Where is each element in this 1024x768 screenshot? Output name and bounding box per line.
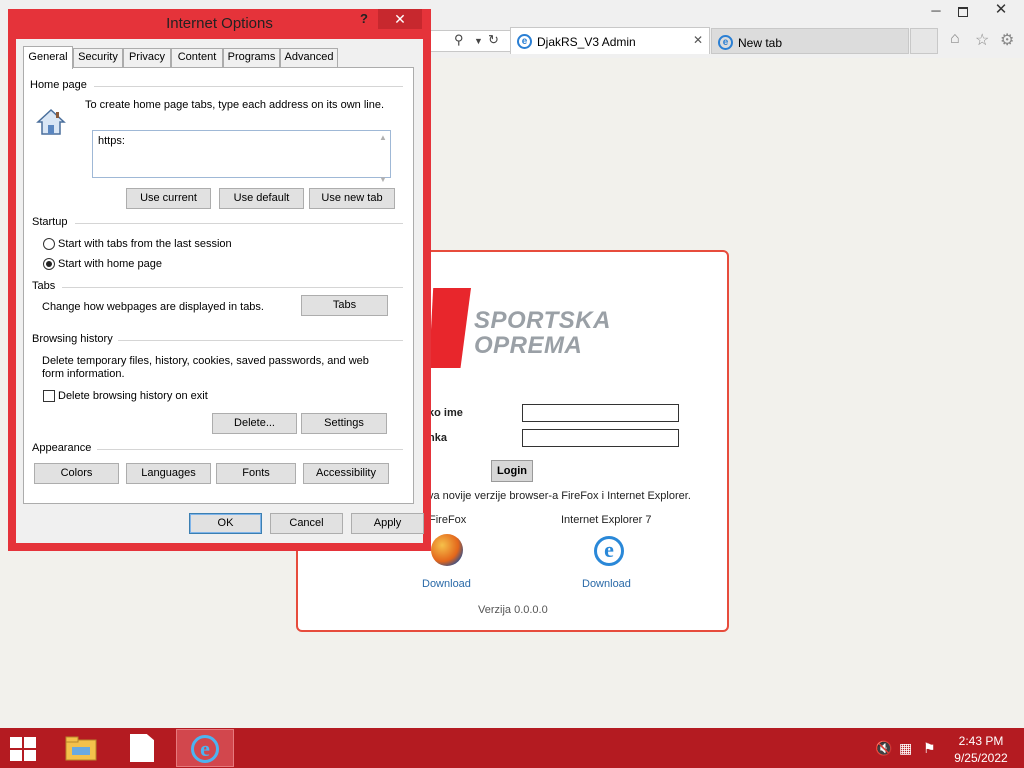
- logo-text: SPORTSKA OPREMA: [474, 308, 611, 358]
- notepad-icon[interactable]: [130, 734, 154, 762]
- home-page-url-text: https:: [98, 135, 125, 147]
- tab-general[interactable]: General: [23, 46, 73, 69]
- fonts-button[interactable]: Fonts: [216, 463, 296, 484]
- divider: [62, 287, 403, 288]
- help-button[interactable]: ?: [360, 11, 374, 26]
- login-button[interactable]: Login: [491, 460, 533, 482]
- home-icon[interactable]: ⌂: [950, 30, 960, 48]
- browsing-history-description-1: Delete temporary files, history, cookies…: [42, 355, 369, 367]
- windows-logo-icon-part: [24, 737, 36, 748]
- download-ie-link[interactable]: Download: [582, 578, 631, 590]
- speaker-muted-icon[interactable]: 🔇: [875, 740, 892, 757]
- accessibility-button[interactable]: Accessibility: [303, 463, 389, 484]
- delete-history-button[interactable]: Delete...: [212, 413, 297, 434]
- favorites-star-icon[interactable]: ☆: [975, 30, 989, 50]
- tab-content[interactable]: Content: [171, 48, 223, 67]
- clock-date[interactable]: 9/25/2022: [950, 751, 1012, 765]
- ie-label: Internet Explorer 7: [561, 514, 652, 526]
- home-page-urls-textarea[interactable]: https: ▲ ▼: [92, 130, 391, 184]
- home-page-group-title: Home page: [30, 79, 87, 91]
- version-text: Verzija 0.0.0.0: [478, 604, 548, 616]
- divider: [97, 449, 403, 450]
- dialog-close-button[interactable]: ✕: [378, 9, 422, 29]
- restore-button[interactable]: [950, 2, 976, 20]
- tab-privacy[interactable]: Privacy: [123, 48, 171, 67]
- delete-on-exit-checkbox[interactable]: [43, 390, 55, 402]
- new-tab-button[interactable]: [910, 28, 938, 54]
- tab-label: DjakRS_V3 Admin: [537, 35, 636, 49]
- taskbar-internet-explorer-button[interactable]: e: [176, 729, 234, 767]
- start-button[interactable]: [10, 737, 38, 761]
- radio-home-page-label: Start with home page: [58, 258, 162, 270]
- browser-requirements-note: va novije verzije browser-a FireFox i In…: [428, 490, 691, 502]
- password-input[interactable]: [522, 429, 679, 447]
- radio-last-session-label: Start with tabs from the last session: [58, 238, 232, 250]
- taskbar: e 🔇 ▦ ⚑ 2:43 PM 9/25/2022: [0, 728, 1024, 768]
- cancel-button[interactable]: Cancel: [270, 513, 343, 534]
- divider: [75, 223, 403, 224]
- minimize-button[interactable]: ─: [922, 2, 950, 20]
- history-settings-button[interactable]: Settings: [301, 413, 387, 434]
- ok-button[interactable]: OK: [189, 513, 262, 534]
- use-new-tab-button[interactable]: Use new tab: [309, 188, 395, 209]
- delete-on-exit-label: Delete browsing history on exit: [58, 390, 208, 402]
- windows-logo-icon: [10, 737, 22, 748]
- chevron-down-icon[interactable]: ▼: [474, 36, 483, 46]
- tab-new-tab[interactable]: e New tab: [711, 28, 909, 54]
- startup-group-title: Startup: [32, 216, 68, 228]
- appearance-group-title: Appearance: [32, 442, 92, 454]
- logo-line-2: OPREMA: [474, 332, 583, 359]
- settings-gear-icon[interactable]: ⚙: [1000, 30, 1014, 50]
- textarea-scrollbar[interactable]: ▲ ▼: [376, 131, 390, 184]
- radio-last-session[interactable]: [43, 238, 55, 250]
- tab-djakrs-admin[interactable]: e DjakRS_V3 Admin ✕: [510, 27, 710, 54]
- close-window-button[interactable]: ✕: [978, 0, 1024, 20]
- internet-explorer-logo-icon[interactable]: e: [594, 536, 624, 566]
- colors-button[interactable]: Colors: [34, 463, 119, 484]
- divider: [94, 86, 403, 87]
- windows-logo-icon-part: [24, 750, 36, 761]
- close-tab-icon[interactable]: ✕: [693, 33, 703, 47]
- firefox-logo-icon[interactable]: [431, 534, 463, 566]
- refresh-icon[interactable]: ↻: [488, 32, 499, 48]
- use-current-button[interactable]: Use current: [126, 188, 211, 209]
- ie-favicon-icon: e: [517, 34, 532, 49]
- search-icon[interactable]: ⚲: [454, 32, 464, 48]
- radio-home-page[interactable]: [43, 258, 55, 270]
- house-icon: [36, 108, 66, 135]
- use-default-button[interactable]: Use default: [219, 188, 304, 209]
- username-input[interactable]: [522, 404, 679, 422]
- firefox-label: FireFox: [429, 514, 467, 526]
- tab-advanced[interactable]: Advanced: [280, 48, 338, 67]
- tabs-group-title: Tabs: [32, 280, 56, 292]
- browsing-history-group-title: Browsing history: [32, 333, 113, 345]
- windows-logo-icon-part: [10, 750, 22, 761]
- action-center-flag-icon[interactable]: ⚑: [923, 740, 936, 757]
- dialog-body: General Security Privacy Content Program…: [16, 39, 424, 543]
- apply-button[interactable]: Apply: [351, 513, 424, 534]
- browsing-history-description-2: form information.: [42, 368, 125, 380]
- network-icon[interactable]: ▦: [899, 740, 912, 757]
- tab-programs[interactable]: Programs: [223, 48, 280, 67]
- download-firefox-link[interactable]: Download: [422, 578, 471, 590]
- tab-label: New tab: [738, 36, 783, 50]
- clock-time[interactable]: 2:43 PM: [950, 734, 1012, 748]
- logo-red-mark: [429, 288, 471, 368]
- tabs-description: Change how webpages are displayed in tab…: [42, 301, 264, 313]
- languages-button[interactable]: Languages: [126, 463, 211, 484]
- home-page-instruction: To create home page tabs, type each addr…: [85, 99, 385, 111]
- ie-favicon-icon: e: [718, 35, 733, 50]
- internet-options-dialog: Internet Options ? ✕ General Security Pr…: [8, 9, 431, 551]
- logo-line-1: SPORTSKA: [474, 307, 611, 334]
- tab-security[interactable]: Security: [73, 48, 123, 67]
- divider: [118, 340, 403, 341]
- file-explorer-icon[interactable]: [64, 734, 98, 762]
- address-bar-tools: ⚲ ▼ ↻: [430, 30, 510, 52]
- tabs-settings-button[interactable]: Tabs: [301, 295, 388, 316]
- internet-explorer-icon: e: [191, 735, 219, 763]
- username-label: ko ime: [428, 407, 463, 419]
- general-tab-panel: Home page To create home page tabs, type…: [23, 67, 414, 504]
